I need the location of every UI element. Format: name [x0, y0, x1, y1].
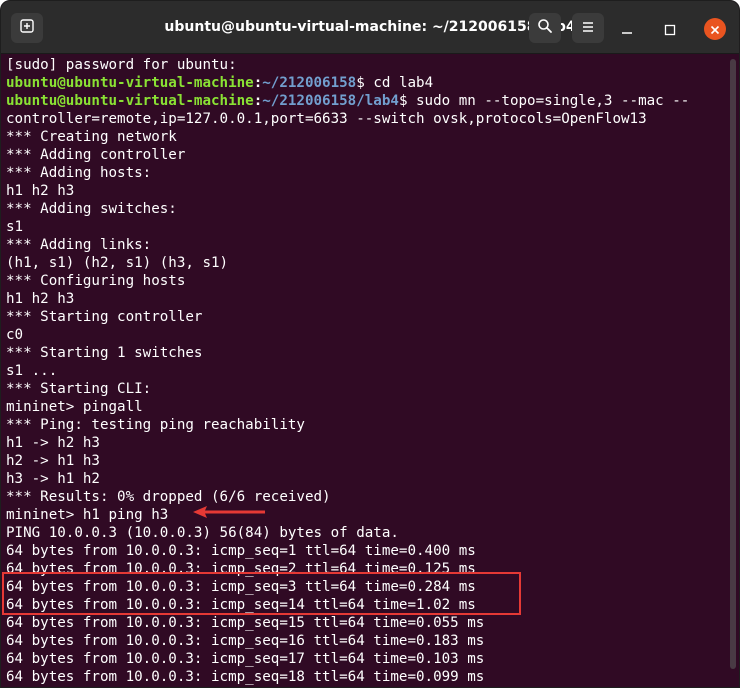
terminal-line: *** Starting 1 switches — [6, 345, 203, 361]
red-arrow-icon — [193, 506, 265, 518]
terminal-line: *** Configuring hosts — [6, 273, 186, 289]
terminal-line: 64 bytes from 10.0.0.3: icmp_seq=16 ttl=… — [6, 633, 485, 649]
prompt-user: ubuntu@ubuntu-virtual-machine — [6, 93, 254, 109]
prompt-user: ubuntu@ubuntu-virtual-machine — [6, 75, 254, 91]
terminal-line: ubuntu@ubuntu-virtual-machine:~/21200615… — [6, 92, 689, 110]
title-bar[interactable]: ubuntu@ubuntu-virtual-machine: ~/2120061… — [1, 1, 739, 54]
new-tab-icon — [19, 18, 35, 38]
hamburger-menu-icon — [581, 19, 595, 38]
minimize-icon — [621, 21, 633, 40]
terminal-line: *** Adding hosts: — [6, 165, 152, 181]
maximize-icon — [664, 21, 676, 40]
terminal-line: *** Adding switches: — [6, 201, 177, 217]
menu-button[interactable] — [572, 13, 604, 43]
terminal-line: h3 -> h1 h2 — [6, 471, 100, 487]
terminal-line: PING 10.0.0.3 (10.0.0.3) 56(84) bytes of… — [6, 525, 399, 541]
close-button[interactable] — [704, 18, 726, 40]
terminal-line: 64 bytes from 10.0.0.3: icmp_seq=1 ttl=6… — [6, 543, 476, 559]
terminal-line: 64 bytes from 10.0.0.3: icmp_seq=18 ttl=… — [6, 669, 485, 685]
terminal-line: 64 bytes from 10.0.0.3: icmp_seq=17 ttl=… — [6, 651, 485, 667]
prompt-command: $ cd lab4 — [356, 75, 434, 91]
terminal-line: h1 h2 h3 — [6, 291, 75, 307]
terminal-line: (h1, s1) (h2, s1) (h3, s1) — [6, 255, 229, 271]
terminal-line: *** Starting CLI: — [6, 381, 152, 397]
prompt-path: ~/212006158/lab4 — [262, 93, 399, 109]
terminal-line: h2 -> h1 h3 — [6, 453, 100, 469]
terminal-line: *** Results: 0% dropped (6/6 received) — [6, 489, 331, 505]
terminal-line: *** Adding links: — [6, 237, 152, 253]
terminal-line: ubuntu@ubuntu-virtual-machine:~/21200615… — [6, 74, 433, 92]
prompt-command: $ sudo mn --topo=single,3 --mac -- — [398, 93, 690, 109]
terminal-line: *** Ping: testing ping reachability — [6, 417, 305, 433]
terminal-line: *** Starting controller — [6, 309, 203, 325]
terminal-line: s1 ... — [6, 363, 58, 379]
new-tab-button[interactable] — [11, 13, 43, 43]
search-icon — [537, 18, 553, 38]
terminal-line: controller=remote,ip=127.0.0.1,port=6633… — [6, 111, 647, 127]
terminal-line: *** Creating network — [6, 129, 177, 145]
close-icon — [710, 20, 720, 39]
scrollbar[interactable] — [730, 59, 736, 669]
search-button[interactable] — [529, 13, 561, 43]
terminal-line: [sudo] password for ubuntu: — [6, 57, 237, 73]
minimize-button[interactable] — [616, 19, 638, 41]
terminal-line: mininet> h1 ping h3 — [6, 507, 169, 523]
terminal-line: mininet> pingall — [6, 399, 143, 415]
terminal-line: *** Adding controller — [6, 147, 186, 163]
terminal-line: h1 -> h2 h3 — [6, 435, 100, 451]
terminal-line: c0 — [6, 327, 24, 343]
prompt-separator: : — [253, 75, 263, 91]
terminal-line: h1 h2 h3 — [6, 183, 75, 199]
annotation-highlight-box — [2, 572, 521, 615]
terminal-line: 64 bytes from 10.0.0.3: icmp_seq=15 ttl=… — [6, 615, 485, 631]
prompt-separator: : — [253, 93, 263, 109]
terminal-line: s1 — [6, 219, 24, 235]
prompt-path: ~/212006158 — [262, 75, 357, 91]
maximize-button[interactable] — [659, 19, 681, 41]
